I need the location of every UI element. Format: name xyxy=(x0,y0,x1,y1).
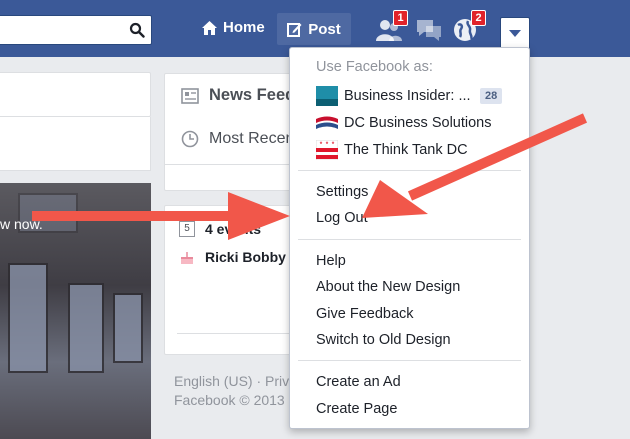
events-reminder[interactable]: 5 4 events xyxy=(179,221,261,237)
photo-caption: w now. xyxy=(0,216,43,232)
notifications-badge: 2 xyxy=(471,10,486,26)
reminders-card: 5 4 events Ricki Bobby xyxy=(164,205,304,355)
feed-filters-card: News Feed Most Recent xyxy=(164,73,304,191)
page-name: Business Insider: ... xyxy=(344,88,471,104)
news-feed-label: News Feed xyxy=(209,86,296,104)
log-out-menu-item[interactable]: Log Out xyxy=(316,210,368,226)
events-label: 4 events xyxy=(205,221,262,237)
clock-icon xyxy=(181,130,199,148)
friend-requests-button[interactable]: 1 xyxy=(375,10,408,43)
divider xyxy=(298,170,521,171)
news-feed-icon xyxy=(181,87,199,104)
post-label: Post xyxy=(308,20,341,38)
messages-icon xyxy=(417,20,441,41)
birthday-cake-icon xyxy=(181,252,193,264)
compose-icon xyxy=(287,22,302,37)
use-facebook-as-header: Use Facebook as: xyxy=(316,59,433,75)
post-button[interactable]: Post xyxy=(277,13,351,45)
divider xyxy=(165,164,303,165)
search-input[interactable] xyxy=(0,15,152,45)
home-icon xyxy=(202,20,217,35)
news-feed-link[interactable]: News Feed xyxy=(181,86,295,105)
switch-old-design-menu-item[interactable]: Switch to Old Design xyxy=(316,332,451,348)
give-feedback-menu-item[interactable]: Give Feedback xyxy=(316,306,414,322)
dc-flag-icon xyxy=(316,140,338,160)
notifications-button[interactable]: 2 xyxy=(453,10,486,43)
calendar-icon: 5 xyxy=(179,221,195,237)
footer-copyright: Facebook © 2013 xyxy=(174,392,285,408)
page-item-business-insider[interactable]: Business Insider: ... xyxy=(316,86,471,106)
page-item-think-tank-dc[interactable]: The Think Tank DC xyxy=(316,140,468,160)
account-menu-button[interactable] xyxy=(500,17,530,48)
about-new-design-menu-item[interactable]: About the New Design xyxy=(316,279,460,295)
friend-requests-badge: 1 xyxy=(393,10,408,26)
divider xyxy=(298,239,521,240)
home-link[interactable]: Home xyxy=(202,19,265,36)
help-menu-item[interactable]: Help xyxy=(316,253,346,269)
search-icon[interactable] xyxy=(129,22,145,38)
most-recent-label: Most Recent xyxy=(209,130,299,147)
business-insider-logo-icon xyxy=(316,86,338,106)
messages-button[interactable] xyxy=(415,17,443,43)
settings-menu-item[interactable]: Settings xyxy=(316,184,368,200)
divider xyxy=(298,360,521,361)
account-dropdown-menu: Use Facebook as: Business Insider: ... 2… xyxy=(289,47,530,429)
home-label: Home xyxy=(223,19,265,36)
photo-window xyxy=(8,263,48,373)
page-notification-count: 28 xyxy=(480,88,503,104)
page-name: DC Business Solutions xyxy=(344,115,492,131)
page-name: The Think Tank DC xyxy=(344,142,468,158)
birthday-reminder[interactable]: Ricki Bobby xyxy=(179,249,286,265)
create-ad-menu-item[interactable]: Create an Ad xyxy=(316,374,401,390)
dc-flag-logo-icon xyxy=(316,113,338,133)
photo-window xyxy=(68,283,104,373)
left-card-top xyxy=(0,72,151,117)
most-recent-link[interactable]: Most Recent xyxy=(181,130,299,148)
left-card-bottom xyxy=(0,117,151,171)
birthday-label: Ricki Bobby xyxy=(205,249,286,265)
photo-window xyxy=(113,293,143,363)
create-page-menu-item[interactable]: Create Page xyxy=(316,401,397,417)
divider xyxy=(177,333,293,334)
page-item-dc-business-solutions[interactable]: DC Business Solutions xyxy=(316,113,492,133)
